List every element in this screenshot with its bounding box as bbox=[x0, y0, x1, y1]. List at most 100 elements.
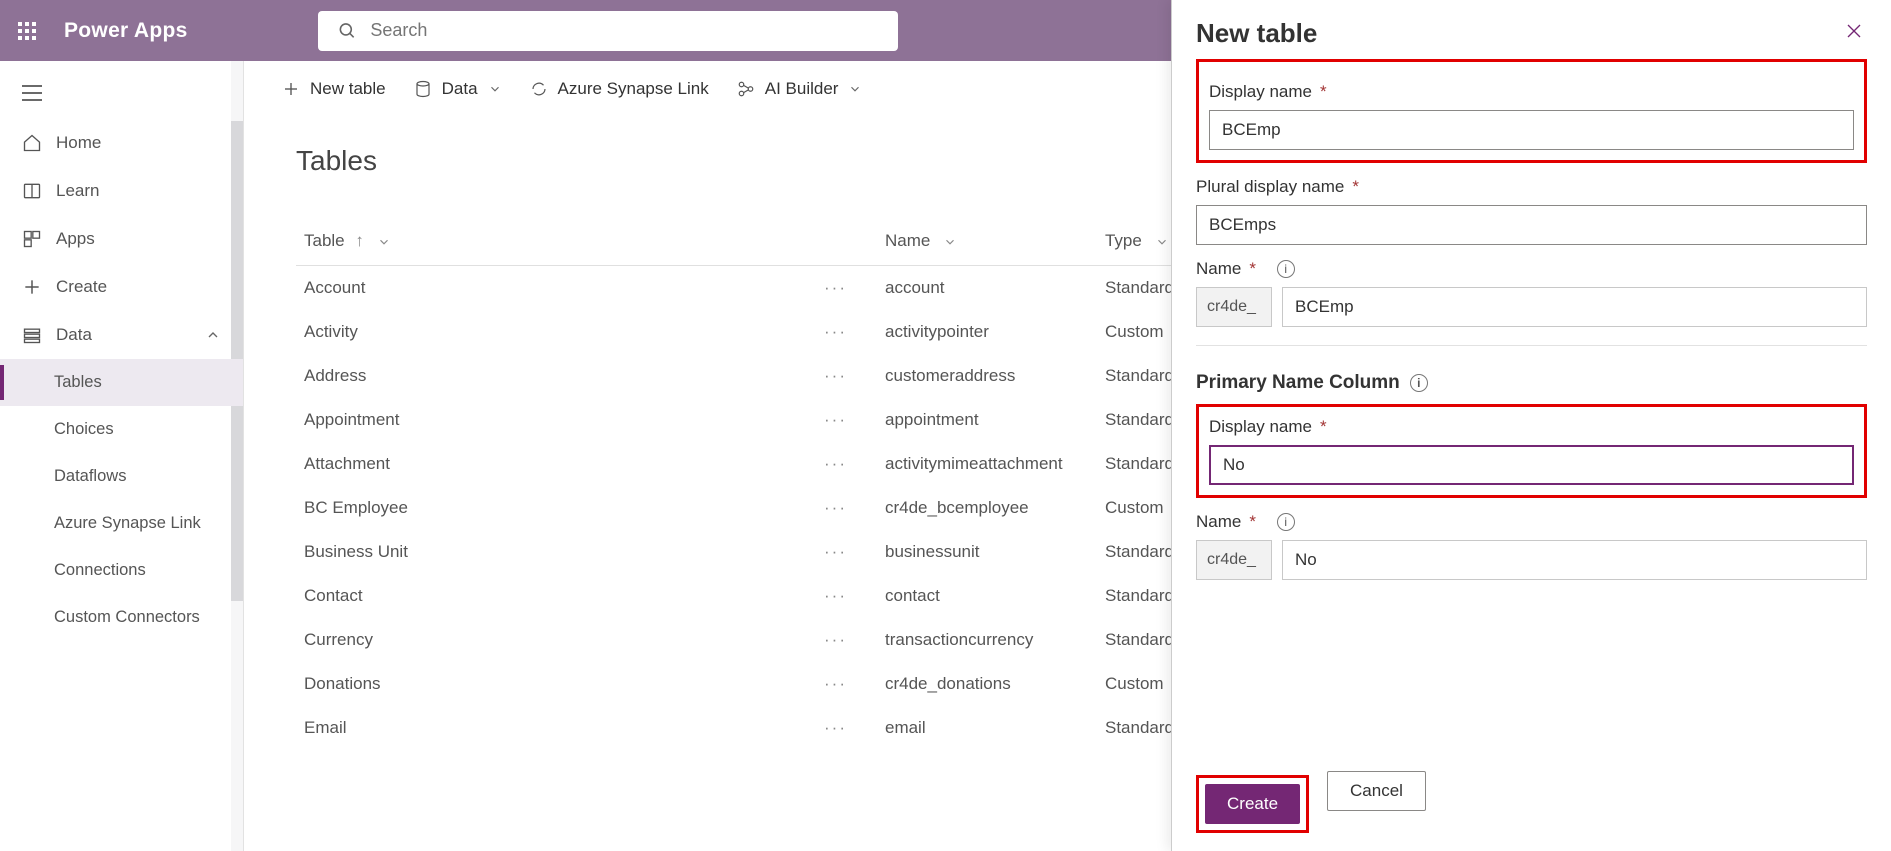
sidebar-item-label: Apps bbox=[56, 229, 95, 249]
row-more-button[interactable]: ··· bbox=[816, 398, 877, 442]
col-header-name[interactable]: Name bbox=[877, 217, 1097, 266]
sidebar-subitem-label: Choices bbox=[54, 420, 114, 439]
sidebar-subitem-label: Custom Connectors bbox=[54, 608, 200, 627]
ai-builder-dropdown[interactable]: AI Builder bbox=[737, 79, 863, 99]
display-name-input[interactable] bbox=[1209, 110, 1854, 150]
sidebar-item-label: Learn bbox=[56, 181, 99, 201]
sidebar: Home Learn Apps Create Data Tables bbox=[0, 61, 244, 851]
close-button[interactable] bbox=[1841, 18, 1867, 49]
row-more-button[interactable]: ··· bbox=[816, 354, 877, 398]
info-icon[interactable]: i bbox=[1277, 513, 1295, 531]
sidebar-subitem-synapse[interactable]: Azure Synapse Link bbox=[0, 500, 243, 547]
new-table-panel: New table Display name * Plural display … bbox=[1171, 0, 1891, 851]
primary-name-value: No bbox=[1282, 540, 1867, 580]
row-more-button[interactable]: ··· bbox=[816, 662, 877, 706]
search-input[interactable] bbox=[370, 20, 877, 41]
brand-title: Power Apps bbox=[64, 19, 188, 43]
sidebar-subitem-connections[interactable]: Connections bbox=[0, 547, 243, 594]
sidebar-subitem-label: Dataflows bbox=[54, 467, 126, 486]
col-header-table[interactable]: Table ↑ bbox=[296, 217, 816, 266]
sidebar-item-data[interactable]: Data bbox=[0, 311, 243, 359]
sidebar-subitem-tables[interactable]: Tables bbox=[0, 359, 243, 406]
chevron-down-icon bbox=[943, 235, 957, 249]
toolbar-label: Data bbox=[442, 79, 478, 99]
sidebar-item-learn[interactable]: Learn bbox=[0, 167, 243, 215]
cell-table: Business Unit bbox=[296, 530, 816, 574]
cell-table: Donations bbox=[296, 662, 816, 706]
sidebar-subitem-custom-connectors[interactable]: Custom Connectors bbox=[0, 594, 243, 641]
row-more-button[interactable]: ··· bbox=[816, 310, 877, 354]
cell-name: appointment bbox=[877, 398, 1097, 442]
cell-name: cr4de_donations bbox=[877, 662, 1097, 706]
sidebar-subitem-choices[interactable]: Choices bbox=[0, 406, 243, 453]
row-more-button[interactable]: ··· bbox=[816, 530, 877, 574]
sidebar-item-label: Create bbox=[56, 277, 107, 297]
chevron-down-icon bbox=[1155, 235, 1169, 249]
search-icon bbox=[338, 21, 357, 41]
chevron-up-icon bbox=[205, 327, 221, 343]
sidebar-item-label: Data bbox=[56, 325, 92, 345]
nodes-icon bbox=[737, 80, 755, 98]
toolbar-label: Azure Synapse Link bbox=[558, 79, 709, 99]
cell-name: businessunit bbox=[877, 530, 1097, 574]
cell-name: email bbox=[877, 706, 1097, 750]
cell-name: account bbox=[877, 266, 1097, 311]
chevron-down-icon bbox=[488, 82, 502, 96]
cell-table: Currency bbox=[296, 618, 816, 662]
primary-display-name-input[interactable] bbox=[1209, 445, 1854, 485]
cylinder-icon bbox=[414, 80, 432, 98]
chevron-down-icon bbox=[848, 82, 862, 96]
row-more-button[interactable]: ··· bbox=[816, 486, 877, 530]
grid-icon bbox=[22, 229, 42, 249]
display-name-label: Display name * bbox=[1209, 82, 1327, 102]
primary-name-label: Name * i bbox=[1196, 512, 1295, 532]
sort-asc-icon: ↑ bbox=[355, 231, 364, 250]
sidebar-item-home[interactable]: Home bbox=[0, 119, 243, 167]
row-more-button[interactable]: ··· bbox=[816, 574, 877, 618]
cancel-button[interactable]: Cancel bbox=[1327, 771, 1426, 811]
home-icon bbox=[22, 133, 42, 153]
new-table-button[interactable]: New table bbox=[282, 79, 386, 99]
plus-icon bbox=[22, 277, 42, 297]
data-dropdown[interactable]: Data bbox=[414, 79, 502, 99]
plural-name-input[interactable] bbox=[1196, 205, 1867, 245]
create-button[interactable]: Create bbox=[1205, 784, 1300, 824]
cell-name: transactioncurrency bbox=[877, 618, 1097, 662]
row-more-button[interactable]: ··· bbox=[816, 706, 877, 750]
name-prefix: cr4de_ bbox=[1196, 287, 1272, 327]
app-launcher-icon[interactable] bbox=[18, 22, 36, 40]
primary-name-prefix: cr4de_ bbox=[1196, 540, 1272, 580]
row-more-button[interactable]: ··· bbox=[816, 442, 877, 486]
row-more-button[interactable]: ··· bbox=[816, 618, 877, 662]
synapse-link-button[interactable]: Azure Synapse Link bbox=[530, 79, 709, 99]
database-icon bbox=[22, 325, 42, 345]
info-icon[interactable]: i bbox=[1410, 374, 1428, 392]
row-more-button[interactable]: ··· bbox=[816, 266, 877, 311]
plus-icon bbox=[282, 80, 300, 98]
sidebar-item-apps[interactable]: Apps bbox=[0, 215, 243, 263]
cell-table: Attachment bbox=[296, 442, 816, 486]
cell-name: contact bbox=[877, 574, 1097, 618]
sidebar-subitem-label: Azure Synapse Link bbox=[54, 514, 201, 533]
chevron-down-icon bbox=[377, 235, 391, 249]
cell-table: Account bbox=[296, 266, 816, 311]
info-icon[interactable]: i bbox=[1277, 260, 1295, 278]
cell-table: Activity bbox=[296, 310, 816, 354]
sync-icon bbox=[530, 80, 548, 98]
sidebar-item-create[interactable]: Create bbox=[0, 263, 243, 311]
cell-table: Address bbox=[296, 354, 816, 398]
cell-name: activitymimeattachment bbox=[877, 442, 1097, 486]
search-box[interactable] bbox=[318, 11, 898, 51]
primary-display-name-label: Display name * bbox=[1209, 417, 1327, 437]
cell-name: customeraddress bbox=[877, 354, 1097, 398]
sidebar-subitem-dataflows[interactable]: Dataflows bbox=[0, 453, 243, 500]
sidebar-toggle[interactable] bbox=[0, 79, 243, 119]
panel-title: New table bbox=[1196, 18, 1317, 49]
toolbar-label: New table bbox=[310, 79, 386, 99]
toolbar-label: AI Builder bbox=[765, 79, 839, 99]
cell-table: Contact bbox=[296, 574, 816, 618]
cell-table: Email bbox=[296, 706, 816, 750]
plural-name-label: Plural display name * bbox=[1196, 177, 1359, 197]
sidebar-subitem-label: Connections bbox=[54, 561, 146, 580]
cell-table: BC Employee bbox=[296, 486, 816, 530]
